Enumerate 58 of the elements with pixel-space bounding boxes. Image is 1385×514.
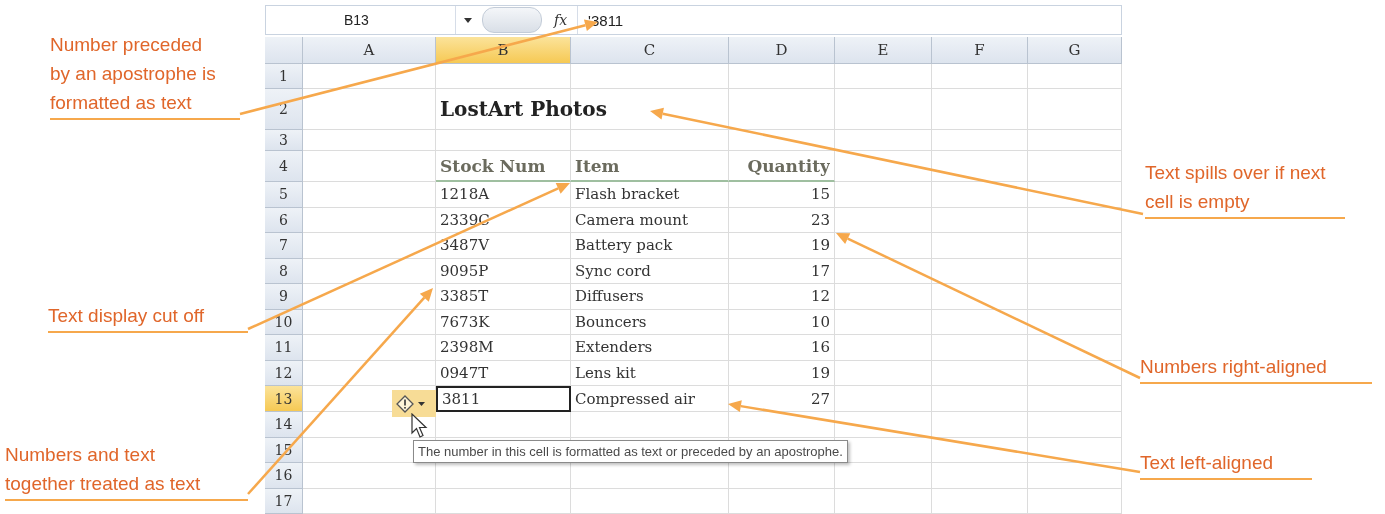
column-header[interactable]: A	[303, 37, 436, 64]
table-cell: 7673K	[436, 309, 571, 335]
callout-text: Text spills over if next cell is empty	[1145, 158, 1345, 219]
table-cell: Bouncers	[571, 309, 729, 335]
name-box[interactable]: B13	[266, 6, 456, 34]
row-header[interactable]: 7	[265, 233, 303, 259]
row-header[interactable]: 6	[265, 207, 303, 233]
callout-text: Number preceded by an apostrophe is formatted as text	[50, 30, 240, 120]
row-header[interactable]: 14	[265, 412, 303, 438]
table-cell: 10	[729, 309, 835, 335]
table-cell: Flash bracket	[571, 182, 729, 208]
callout-text: Numbers and text together treated as text	[5, 440, 248, 501]
table-cell: 9095P	[436, 258, 571, 284]
row-header[interactable]: 12	[265, 360, 303, 386]
column-heading-cell: Item	[571, 151, 729, 182]
column-header[interactable]: G	[1028, 37, 1122, 64]
callout-text: Text display cut off	[48, 301, 248, 333]
column-heading-cell: Stock Num	[436, 151, 571, 182]
table-cell: 23	[729, 207, 835, 233]
row-header[interactable]: 11	[265, 335, 303, 361]
row-header[interactable]: 17	[265, 488, 303, 514]
table-cell: 19	[729, 360, 835, 386]
row-header[interactable]: 1	[265, 64, 303, 89]
column-header[interactable]: F	[932, 37, 1028, 64]
table-cell: Extenders	[571, 335, 729, 361]
row-header[interactable]: 5	[265, 182, 303, 208]
row-header[interactable]: 3	[265, 130, 303, 151]
table-cell: Sync cord	[571, 258, 729, 284]
table-cell: 19	[729, 233, 835, 259]
row-header[interactable]: 4	[265, 151, 303, 182]
row-header[interactable]: 9	[265, 284, 303, 310]
error-tooltip: The number in this cell is formatted as text or preceded by an apostrophe.	[413, 440, 848, 463]
table-cell: 17	[729, 258, 835, 284]
table-cell: Camera mount	[571, 207, 729, 233]
table-cell: 15	[729, 182, 835, 208]
row-header[interactable]: 16	[265, 463, 303, 489]
table-cell: 16	[729, 335, 835, 361]
table-cell: 3487V	[436, 233, 571, 259]
table-cell: Diffusers	[571, 284, 729, 310]
column-header[interactable]: D	[729, 37, 835, 64]
table-cell: 2398M	[436, 335, 571, 361]
insert-function-label[interactable]: fx	[554, 12, 568, 28]
table-cell: 0947T	[436, 360, 571, 386]
table-cell: 12	[729, 284, 835, 310]
table-cell: Lens kit	[571, 360, 729, 386]
column-header[interactable]: E	[835, 37, 932, 64]
column-header[interactable]: C	[571, 37, 729, 64]
row-header[interactable]: 13	[265, 386, 303, 412]
callout-text: Text left-aligned	[1140, 448, 1312, 480]
table-cell: Battery pack	[571, 233, 729, 259]
table-cell: 3811	[436, 386, 571, 412]
column-heading-cell: Quantity	[729, 151, 835, 182]
table-cell: Compressed air	[571, 386, 729, 412]
table-cell: 3385T	[436, 284, 571, 310]
sheet-title: LostArt Photos	[440, 97, 607, 121]
row-header[interactable]: 8	[265, 258, 303, 284]
callout-text: Numbers right-aligned	[1140, 352, 1372, 384]
table-cell: 2339C	[436, 207, 571, 233]
